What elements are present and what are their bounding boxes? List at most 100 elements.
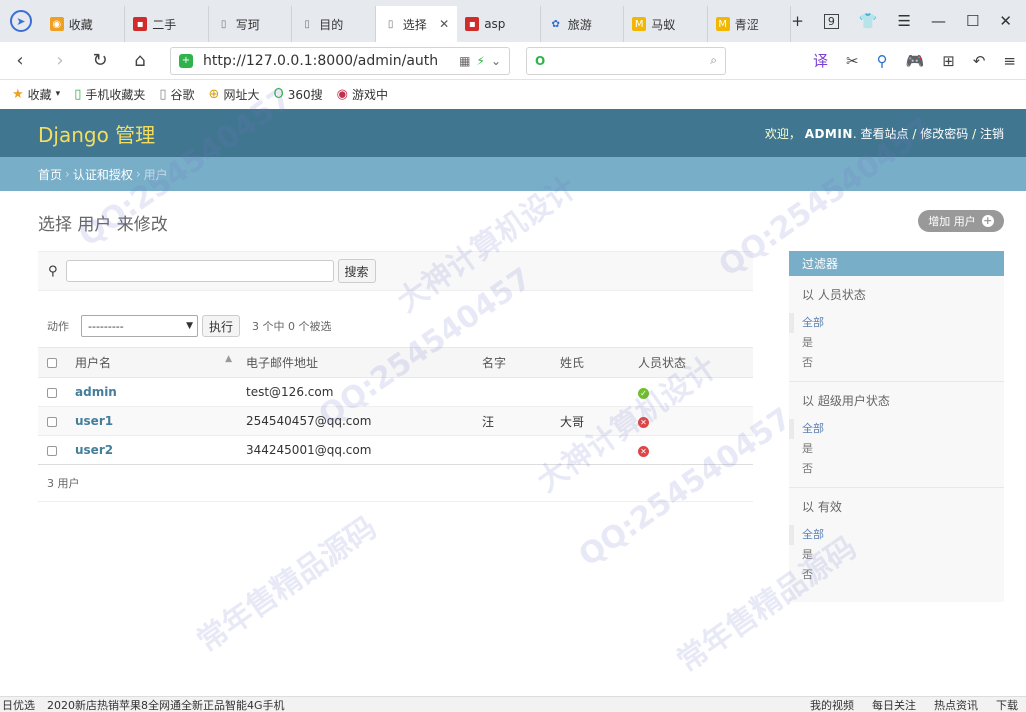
bookmarks-bar: ★ 收藏 ▾ ▯ 手机收藏夹 ▯ 谷歌 ⊕ 网址大 O 360搜 ◉ 游戏中 (0, 80, 1026, 108)
search-button[interactable]: 搜索 (337, 259, 376, 283)
breadcrumb-home[interactable]: 首页 (38, 166, 62, 183)
first-name-cell (482, 377, 560, 407)
skin-icon[interactable]: 👕 (859, 12, 878, 30)
view-site-link[interactable]: 查看站点 (861, 127, 909, 141)
menu-icon[interactable]: ☰ (898, 12, 911, 30)
browser-search-input[interactable]: O ⌕ (526, 46, 726, 75)
apps-grid-icon[interactable]: ⊞ (942, 52, 955, 70)
tab-6[interactable]: ✿ 旅游 (541, 6, 625, 42)
user-link[interactable]: user1 (75, 414, 113, 428)
row-checkbox[interactable] (47, 416, 57, 427)
breadcrumb: 首页 › 认证和授权 › 用户 (0, 157, 1026, 191)
page-title: 选择 用户 来修改 (38, 215, 168, 235)
filter-option-all[interactable]: 全部 (789, 313, 1004, 333)
column-last-name[interactable]: 姓氏 (560, 347, 638, 378)
filter-option-yes[interactable]: 是 (789, 439, 1004, 459)
browser-logo-icon[interactable]: ➤ (0, 0, 42, 42)
user-link[interactable]: user2 (75, 443, 113, 457)
maximize-icon[interactable]: ☐ (966, 12, 979, 30)
gamepad-icon[interactable]: 🎮 (906, 52, 925, 70)
filter-option-no[interactable]: 否 (789, 459, 1004, 479)
close-tab-icon[interactable]: ✕ (439, 17, 449, 31)
add-user-button[interactable]: 增加 用户 + (918, 210, 1004, 232)
document-icon: ▯ (304, 18, 310, 30)
filter-option-yes[interactable]: 是 (789, 333, 1004, 353)
filter-title: 过滤器 (789, 251, 1004, 276)
filter-option-all[interactable]: 全部 (789, 525, 1004, 545)
red-square-icon: ▪ (133, 17, 148, 31)
tab-8[interactable]: M 青涩 (708, 6, 792, 42)
filter-option-no[interactable]: 否 (789, 565, 1004, 585)
changelist-filter: 过滤器 以 人员状态 全部 是 否 以 超级用户状态 全部 是 否 以 有效 全… (789, 251, 1004, 602)
qr-code-icon[interactable]: ▦ (459, 54, 470, 68)
filter-option-all[interactable]: 全部 (789, 419, 1004, 439)
bookmark-360[interactable]: O 360搜 (273, 86, 322, 103)
filter-option-yes[interactable]: 是 (789, 545, 1004, 565)
row-checkbox[interactable] (47, 445, 57, 456)
bookmark-sites[interactable]: ⊕ 网址大 (209, 86, 260, 103)
tab-0[interactable]: ◉ 收藏 (42, 6, 126, 42)
filter-heading: 以 超级用户状态 (802, 394, 890, 408)
logout-link[interactable]: 注销 (980, 127, 1004, 141)
translate-icon[interactable]: 译 (813, 50, 828, 71)
undo-icon[interactable]: ↶ (973, 52, 986, 70)
url-input[interactable]: + http://127.0.0.1:8000/admin/auth ▦ ⚡ ⌄ (170, 46, 510, 75)
scissors-icon[interactable]: ✂ (846, 52, 859, 70)
bookmark-favorites[interactable]: ★ 收藏 ▾ (12, 86, 60, 103)
tab-5[interactable]: ▪ asp (457, 6, 541, 42)
search-engine-icon: O (273, 86, 284, 102)
mail-icon: M (715, 17, 730, 31)
table-row: user2 344245001@qq.com ✕ (38, 435, 753, 465)
home-icon[interactable]: ⌂ (120, 42, 160, 80)
window-badge[interactable]: 9 (823, 13, 839, 29)
status-left-text[interactable]: 日优选 (2, 697, 35, 712)
row-checkbox[interactable] (47, 387, 57, 398)
more-menu-icon[interactable]: ≡ (1003, 52, 1016, 70)
column-username[interactable]: 用户名 ▲ (75, 347, 246, 378)
select-all-checkbox[interactable] (47, 358, 57, 368)
search-icon[interactable]: ⌕ (710, 53, 717, 68)
close-window-icon[interactable]: ✕ (999, 12, 1012, 30)
sort-ascending-icon[interactable]: ▲ (225, 354, 232, 371)
magnifier-icon[interactable]: ⚲ (877, 52, 888, 70)
chevron-down-icon[interactable]: ⌄ (491, 54, 501, 68)
status-follow[interactable]: 每日关注 (872, 697, 916, 712)
lightning-icon[interactable]: ⚡ (477, 54, 485, 68)
filter-option-no[interactable]: 否 (789, 353, 1004, 373)
bookmark-games[interactable]: ◉ 游戏中 (337, 86, 388, 103)
reload-icon[interactable]: ↻ (80, 42, 120, 80)
status-hot-news[interactable]: 热点资讯 (934, 697, 978, 712)
search-engine-icon[interactable]: O (535, 54, 545, 68)
red-square-icon: ▪ (465, 17, 480, 31)
column-email[interactable]: 电子邮件地址 (246, 347, 482, 378)
forward-icon[interactable]: › (40, 42, 80, 80)
chevron-down-icon: ▾ (55, 89, 61, 99)
chevron-down-icon: ▼ (186, 321, 193, 331)
status-news[interactable]: 2020新店热销苹果8全网通全新正品智能4G手机 (47, 697, 285, 712)
bookmark-google[interactable]: ▯ 谷歌 (159, 86, 194, 103)
tab-7[interactable]: M 马蚁 (624, 6, 708, 42)
minimize-icon[interactable]: — (931, 12, 946, 30)
site-branding[interactable]: Django 管理 (38, 119, 155, 148)
status-video[interactable]: 我的视频 (810, 697, 854, 712)
tab-2[interactable]: ▯ 写珂 (209, 6, 293, 42)
column-first-name[interactable]: 名字 (482, 347, 560, 378)
plus-icon: + (981, 214, 994, 227)
new-tab-icon[interactable]: + (791, 12, 804, 30)
column-staff-status[interactable]: 人员状态 (638, 347, 753, 378)
bookmark-mobile[interactable]: ▯ 手机收藏夹 (74, 86, 145, 103)
tab-1[interactable]: ▪ 二手 (125, 6, 209, 42)
game-icon: ◉ (336, 86, 348, 102)
back-icon[interactable]: ‹ (0, 42, 40, 80)
actions-select[interactable]: --------- ▼ (81, 315, 198, 337)
tab-4-active[interactable]: ▯ 选择 ✕ (375, 6, 458, 42)
tab-3[interactable]: ▯ 目的 (292, 6, 376, 42)
status-download[interactable]: 下载 (996, 697, 1018, 712)
filter-staff: 以 人员状态 全部 是 否 (789, 276, 1004, 382)
user-link[interactable]: admin (75, 385, 117, 399)
change-password-link[interactable]: 修改密码 (920, 127, 968, 141)
run-action-button[interactable]: 执行 (202, 315, 241, 337)
search-input[interactable] (65, 260, 334, 282)
actions-bar: 动作 --------- ▼ 执行 3 个中 0 个被选 (38, 310, 753, 342)
breadcrumb-app[interactable]: 认证和授权 (73, 166, 133, 183)
